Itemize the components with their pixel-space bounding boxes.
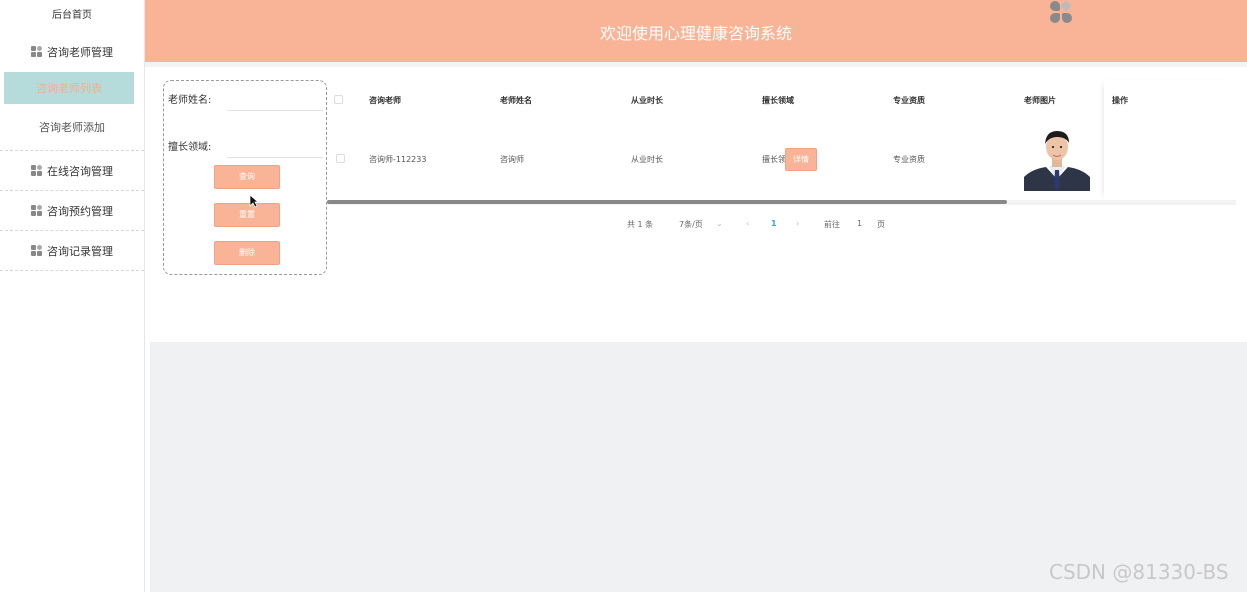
column-header: 老师姓名	[500, 96, 532, 105]
sidebar-group-label: 咨询记录管理	[47, 244, 113, 258]
table-header: 咨询老师 老师姓名 从业时长 擅长领域 专业资质 老师图片 操作	[330, 80, 1236, 118]
current-page[interactable]: 1	[771, 219, 777, 228]
top-header: 欢迎使用心理健康咨询系统	[145, 0, 1247, 62]
cell-consultant: 咨询师-112233	[369, 155, 427, 164]
sidebar: 后台首页 咨询老师管理 咨询老师列表 咨询老师添加 在线咨询管理 咨询预约管理 …	[0, 0, 145, 592]
grid-icon	[31, 164, 43, 177]
page-size-select[interactable]: 7条/页	[679, 219, 703, 230]
chevron-down-icon[interactable]: ⌄	[716, 219, 723, 228]
column-header: 咨询老师	[369, 96, 401, 105]
horizontal-scrollbar-thumb[interactable]	[327, 200, 1007, 204]
sidebar-item-teacher-list[interactable]: 咨询老师列表	[4, 72, 134, 104]
select-all-checkbox[interactable]	[334, 95, 343, 104]
grid-icon	[31, 46, 43, 58]
sidebar-group-label: 在线咨询管理	[47, 164, 113, 178]
grid-icon	[31, 204, 43, 217]
grid-icon	[31, 244, 43, 257]
sidebar-group-appointment[interactable]: 咨询预约管理	[0, 191, 144, 231]
sidebar-group-label: 咨询老师管理	[47, 46, 113, 59]
next-page-icon[interactable]: ›	[796, 219, 799, 228]
column-header: 从业时长	[631, 96, 663, 105]
column-header: 操作	[1112, 96, 1128, 105]
content-background	[150, 342, 1247, 592]
teacher-name-input[interactable]	[227, 89, 323, 111]
search-form: 老师姓名: 擅长领域: 查询 重置 删除	[163, 80, 327, 275]
cell-name: 咨询师	[500, 155, 524, 164]
goto-suffix: 页	[877, 220, 885, 229]
sidebar-item-teacher-add[interactable]: 咨询老师添加	[0, 104, 144, 150]
sidebar-group-teacher[interactable]: 咨询老师管理	[0, 32, 144, 72]
column-header: 专业资质	[893, 96, 925, 105]
prev-page-icon[interactable]: ‹	[746, 219, 749, 228]
teacher-portrait	[1024, 127, 1090, 191]
teacher-name-label: 老师姓名:	[168, 95, 212, 106]
sidebar-group-record[interactable]: 咨询记录管理	[0, 231, 144, 271]
reset-button[interactable]: 重置	[214, 203, 280, 227]
query-button[interactable]: 查询	[214, 165, 280, 189]
column-header: 擅长领域	[762, 96, 794, 105]
mouse-cursor-icon	[249, 194, 259, 208]
row-checkbox[interactable]	[336, 154, 345, 163]
pagination-total: 共 1 条	[627, 220, 654, 229]
goto-page-input[interactable]: 1	[857, 219, 862, 228]
delete-button[interactable]: 删除	[214, 241, 280, 265]
sidebar-item-home[interactable]: 后台首页	[0, 0, 144, 32]
field-label: 擅长领域:	[168, 142, 212, 153]
field-input[interactable]	[227, 136, 323, 158]
column-header: 老师图片	[1024, 96, 1056, 105]
sidebar-group-label: 咨询预约管理	[47, 204, 113, 218]
goto-prefix: 前往	[824, 220, 840, 229]
detail-button[interactable]: 详情	[785, 148, 817, 171]
cell-qualification: 专业资质	[893, 155, 925, 164]
clover-logo-icon[interactable]	[1050, 0, 1072, 23]
cell-experience: 从业时长	[631, 155, 663, 164]
watermark: CSDN @81330-BS	[1049, 560, 1229, 584]
page-title: 欢迎使用心理健康咨询系统	[599, 24, 792, 43]
teacher-table: 咨询老师 老师姓名 从业时长 擅长领域 专业资质 老师图片 操作 咨询师-112…	[330, 80, 1236, 200]
sidebar-group-online[interactable]: 在线咨询管理	[0, 151, 144, 191]
